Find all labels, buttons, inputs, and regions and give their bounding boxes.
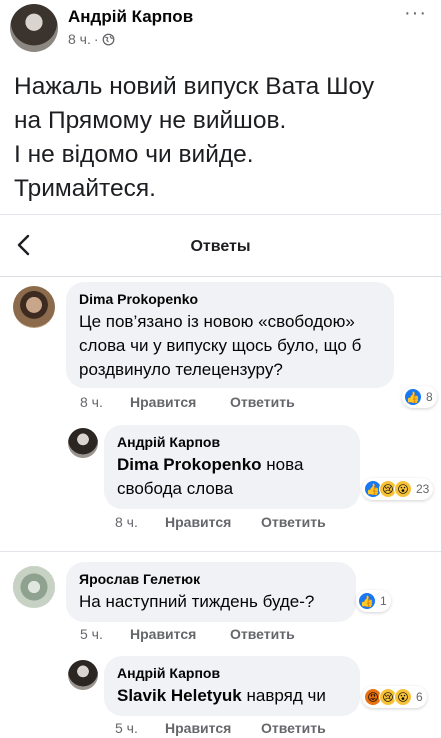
avatar[interactable] bbox=[68, 428, 98, 458]
comment-text-body: навряд чи bbox=[246, 686, 326, 705]
replies-header: Ответы bbox=[0, 216, 441, 276]
post-author[interactable]: Андрій Карпов bbox=[68, 7, 193, 27]
wow-icon: 😮 bbox=[394, 688, 412, 706]
like-button[interactable]: Нравится bbox=[165, 514, 261, 530]
like-button[interactable]: Нравится bbox=[165, 720, 261, 736]
reply-button[interactable]: Ответить bbox=[261, 514, 326, 530]
reply-button[interactable]: Ответить bbox=[261, 720, 326, 736]
comment-time[interactable]: 5 ч. bbox=[80, 626, 130, 642]
avatar[interactable] bbox=[13, 566, 55, 608]
post-header: Андрій Карпов 8 ч. · ··· bbox=[0, 0, 441, 58]
mention-link[interactable]: Dima Prokopenko bbox=[117, 455, 262, 474]
comment-time[interactable]: 8 ч. bbox=[115, 514, 165, 530]
post-text-line: Тримайтеся. bbox=[14, 175, 156, 202]
reaction-summary[interactable]: 👍 😢 😮 23 bbox=[362, 478, 434, 500]
comment-actions: 8 ч. Нравится Ответить bbox=[115, 514, 326, 530]
comment-bubble: Dima Prokopenko Це пов’язано із новою «с… bbox=[66, 282, 394, 388]
reaction-count: 23 bbox=[416, 482, 430, 496]
reaction-count: 6 bbox=[416, 690, 423, 704]
like-icon: 👍 bbox=[358, 592, 376, 610]
comment-time[interactable]: 5 ч. bbox=[115, 720, 165, 736]
comment-text: Slavik Heletyuk навряд чи bbox=[117, 684, 347, 708]
avatar[interactable] bbox=[68, 660, 98, 690]
avatar[interactable] bbox=[13, 286, 55, 328]
globe-icon bbox=[102, 33, 114, 45]
reaction-count: 1 bbox=[380, 594, 387, 608]
post-meta: 8 ч. · bbox=[68, 31, 115, 47]
comment-actions: 5 ч. Нравится Ответить bbox=[80, 626, 295, 642]
mention-link[interactable]: Slavik Heletyuk bbox=[117, 686, 242, 705]
comment-actions: 5 ч. Нравится Ответить bbox=[115, 720, 326, 736]
comment-author[interactable]: Dima Prokopenko bbox=[79, 291, 381, 307]
comment-bubble: Андрій Карпов Slavik Heletyuk навряд чи bbox=[104, 656, 360, 716]
post-text: Нажаль новий випуск Вата Шоу на Прямому … bbox=[14, 70, 434, 206]
divider bbox=[0, 276, 441, 277]
comment-text: На наступний тиждень буде-? bbox=[79, 592, 315, 611]
post-time[interactable]: 8 ч. bbox=[68, 31, 91, 47]
comment-author[interactable]: Ярослав Гелетюк bbox=[79, 571, 343, 587]
like-icon: 👍 bbox=[404, 388, 422, 406]
meta-separator: · bbox=[93, 31, 99, 47]
post-text-line: на Прямому не вийшов. bbox=[14, 107, 287, 134]
comment-actions: 8 ч. Нравится Ответить bbox=[80, 394, 295, 410]
comment-bubble: Андрій Карпов Dima Prokopenko нова свобо… bbox=[104, 425, 360, 509]
avatar[interactable] bbox=[10, 4, 58, 52]
post-text-line: І не відомо чи вийде. bbox=[14, 141, 254, 168]
reaction-summary[interactable]: 👍 8 bbox=[402, 386, 437, 408]
reaction-summary[interactable]: 😡 😢 😮 6 bbox=[362, 686, 427, 708]
reply-button[interactable]: Ответить bbox=[230, 626, 295, 642]
comment-author[interactable]: Андрій Карпов bbox=[117, 434, 347, 450]
comment-text: Це пов’язано із новою «свободою» слова ч… bbox=[79, 312, 362, 379]
comment-bubble: Ярослав Гелетюк На наступний тиждень буд… bbox=[66, 562, 356, 622]
like-button[interactable]: Нравится bbox=[130, 394, 230, 410]
reaction-count: 8 bbox=[426, 390, 433, 404]
post-text-line: Нажаль новий випуск Вата Шоу bbox=[14, 73, 375, 100]
divider bbox=[0, 214, 441, 215]
replies-title: Ответы bbox=[190, 238, 251, 255]
like-button[interactable]: Нравится bbox=[130, 626, 230, 642]
more-icon[interactable]: ··· bbox=[404, 3, 427, 23]
comment-text: Dima Prokopenko нова свобода слова bbox=[117, 453, 347, 501]
divider bbox=[0, 551, 441, 552]
wow-icon: 😮 bbox=[394, 480, 412, 498]
comment-author[interactable]: Андрій Карпов bbox=[117, 665, 347, 681]
comment-time[interactable]: 8 ч. bbox=[80, 394, 130, 410]
reply-button[interactable]: Ответить bbox=[230, 394, 295, 410]
reaction-summary[interactable]: 👍 1 bbox=[356, 590, 391, 612]
